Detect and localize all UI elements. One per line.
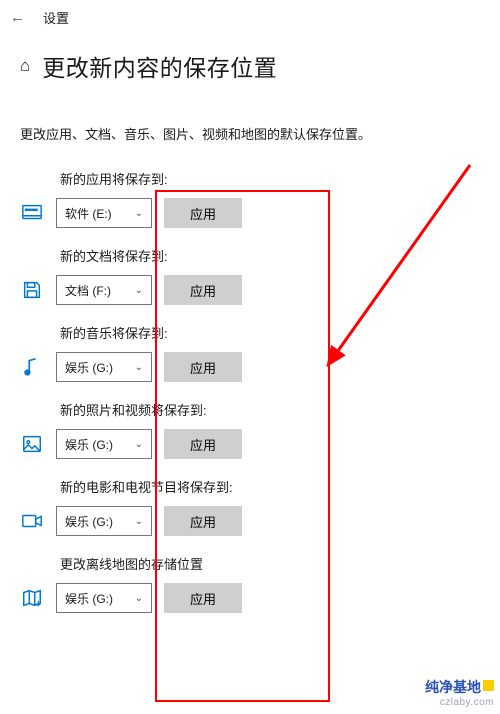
dropdown-photos[interactable]: 娱乐 (G:) ⌄ — [56, 429, 152, 459]
home-icon[interactable]: ⌂ — [20, 56, 30, 76]
video-icon — [20, 509, 44, 533]
apply-button-music[interactable]: 应用 — [164, 352, 242, 382]
chevron-down-icon: ⌄ — [135, 208, 143, 219]
dropdown-value: 软件 (E:) — [65, 205, 112, 222]
chevron-down-icon: ⌄ — [135, 516, 143, 527]
dropdown-movies[interactable]: 娱乐 (G:) ⌄ — [56, 506, 152, 536]
label-music: 新的音乐将保存到: — [60, 323, 500, 342]
back-icon[interactable]: ← — [10, 9, 25, 26]
watermark-square-icon — [483, 680, 494, 691]
apply-button-apps[interactable]: 应用 — [164, 198, 242, 228]
dropdown-maps[interactable]: 娱乐 (G:) ⌄ — [56, 583, 152, 613]
dropdown-music[interactable]: 娱乐 (G:) ⌄ — [56, 352, 152, 382]
settings-title: 设置 — [43, 8, 69, 27]
apply-button-maps[interactable]: 应用 — [164, 583, 242, 613]
dropdown-value: 娱乐 (G:) — [65, 359, 113, 376]
chevron-down-icon: ⌄ — [135, 362, 143, 373]
dropdown-value: 文档 (F:) — [65, 282, 111, 299]
label-docs: 新的文档将保存到: — [60, 246, 500, 265]
label-movies: 新的电影和电视节目将保存到: — [60, 477, 500, 496]
dropdown-value: 娱乐 (G:) — [65, 590, 113, 607]
label-apps: 新的应用将保存到: — [60, 169, 500, 188]
music-icon — [20, 355, 44, 379]
setting-apps: 新的应用将保存到: 软件 (E:) ⌄ 应用 — [0, 151, 500, 228]
image-icon — [20, 432, 44, 456]
dropdown-value: 娱乐 (G:) — [65, 436, 113, 453]
page-subtitle: 更改应用、文档、音乐、图片、视频和地图的默认保存位置。 — [0, 89, 500, 151]
apply-button-photos[interactable]: 应用 — [164, 429, 242, 459]
setting-maps: 更改离线地图的存储位置 娱乐 (G:) ⌄ 应用 — [0, 536, 500, 613]
apply-button-docs[interactable]: 应用 — [164, 275, 242, 305]
watermark: 纯净基地 czlaby.com — [425, 677, 494, 708]
save-icon — [20, 278, 44, 302]
setting-docs: 新的文档将保存到: 文档 (F:) ⌄ 应用 — [0, 228, 500, 305]
dropdown-docs[interactable]: 文档 (F:) ⌄ — [56, 275, 152, 305]
dropdown-apps[interactable]: 软件 (E:) ⌄ — [56, 198, 152, 228]
map-icon — [20, 586, 44, 610]
apply-button-movies[interactable]: 应用 — [164, 506, 242, 536]
label-photos: 新的照片和视频将保存到: — [60, 400, 500, 419]
dropdown-value: 娱乐 (G:) — [65, 513, 113, 530]
setting-photos: 新的照片和视频将保存到: 娱乐 (G:) ⌄ 应用 — [0, 382, 500, 459]
chevron-down-icon: ⌄ — [135, 285, 143, 296]
setting-music: 新的音乐将保存到: 娱乐 (G:) ⌄ 应用 — [0, 305, 500, 382]
apps-icon — [20, 201, 44, 225]
page-title: 更改新内容的保存位置 — [42, 49, 277, 83]
label-maps: 更改离线地图的存储位置 — [60, 554, 500, 573]
chevron-down-icon: ⌄ — [135, 439, 143, 450]
chevron-down-icon: ⌄ — [135, 593, 143, 604]
setting-movies: 新的电影和电视节目将保存到: 娱乐 (G:) ⌄ 应用 — [0, 459, 500, 536]
